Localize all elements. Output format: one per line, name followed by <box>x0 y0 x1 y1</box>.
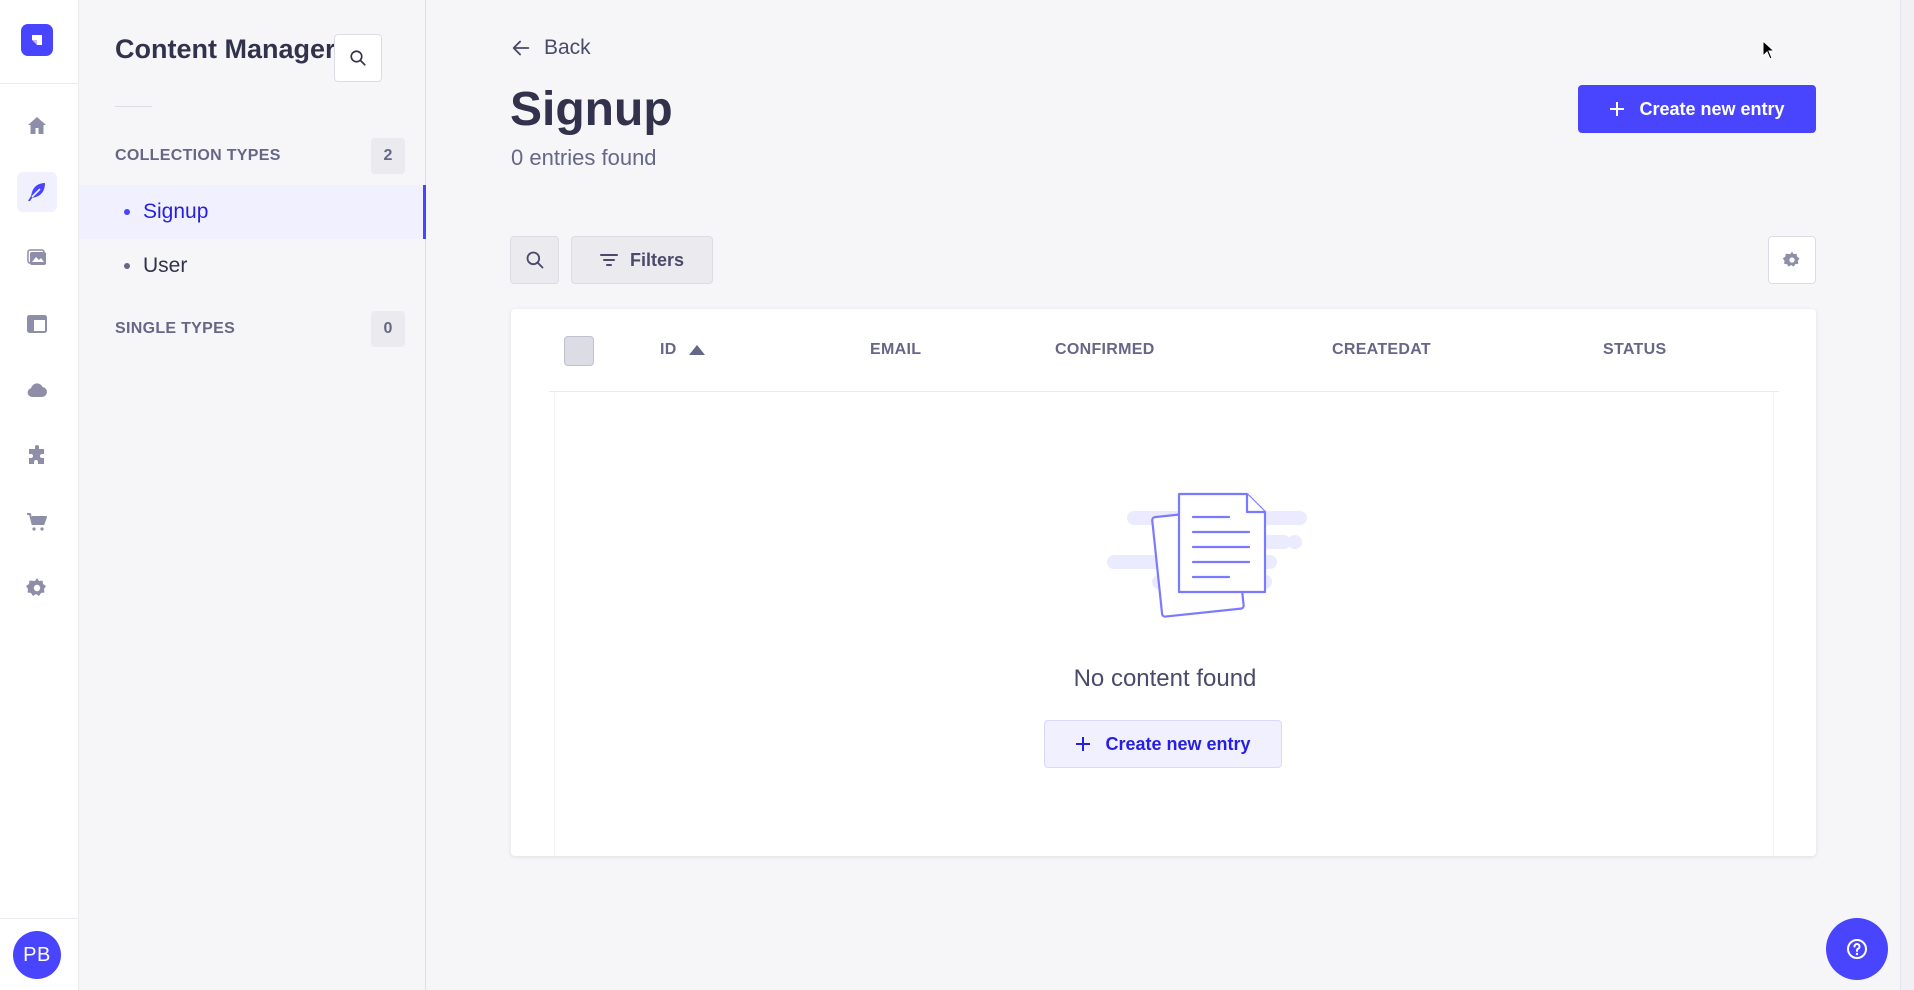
nav-deploy[interactable] <box>17 370 57 410</box>
filters-button[interactable]: Filters <box>571 236 713 284</box>
search-icon <box>350 50 366 66</box>
nav-plugins[interactable] <box>17 436 57 476</box>
sidebar-divider <box>115 106 152 107</box>
rail-divider-bottom <box>0 918 79 919</box>
column-header-id[interactable]: ID <box>660 341 705 359</box>
sidebar-item-label: User <box>143 254 188 277</box>
collection-types-label: COLLECTION TYPES <box>115 147 281 164</box>
rail-divider <box>0 83 79 84</box>
search-icon <box>526 251 543 269</box>
column-header-confirmed[interactable]: CONFIRMED <box>1055 341 1155 359</box>
select-all-checkbox[interactable] <box>564 336 594 366</box>
sidebar-item-label: Signup <box>143 200 209 223</box>
nav-marketplace[interactable] <box>17 502 57 542</box>
filter-icon <box>599 254 618 266</box>
nav-content-type-builder[interactable] <box>17 304 57 344</box>
puzzle-icon <box>29 445 44 464</box>
strapi-logo[interactable] <box>21 24 53 56</box>
sort-ascending-icon <box>688 345 705 355</box>
gear-icon <box>1782 251 1800 267</box>
single-types-label: SINGLE TYPES <box>115 320 236 337</box>
cart-icon <box>27 513 47 531</box>
column-header-label: STATUS <box>1603 341 1667 358</box>
collection-types-count: 2 <box>371 138 405 174</box>
feather-icon <box>28 183 45 201</box>
media-library-icon <box>27 249 46 265</box>
content-manager-sidebar: Content Manager COLLECTION TYPES 2 Signu… <box>79 0 426 990</box>
column-header-email[interactable]: EMAIL <box>870 341 921 359</box>
column-header-label: EMAIL <box>870 341 922 358</box>
nav-settings[interactable] <box>17 568 57 608</box>
empty-create-new-entry-button[interactable]: Create new entry <box>1044 720 1282 768</box>
collection-types-header[interactable]: COLLECTION TYPES 2 <box>115 138 405 174</box>
home-icon <box>28 117 46 134</box>
entries-count: 0 entries found <box>511 145 657 170</box>
table-header: ID EMAIL CONFIRMED CREATEDAT STATUS <box>549 309 1779 392</box>
sidebar-item-signup[interactable]: Signup <box>79 185 426 239</box>
bullet-icon <box>124 209 130 215</box>
gear-icon <box>26 578 46 596</box>
nav-home[interactable] <box>17 106 57 146</box>
logo-mark-icon <box>32 35 42 45</box>
table-settings-button[interactable] <box>1768 236 1816 284</box>
user-avatar[interactable]: PB <box>13 931 61 979</box>
sidebar-title: Content Manager <box>115 34 336 64</box>
table-search-button[interactable] <box>510 236 559 284</box>
column-header-label: CONFIRMED <box>1055 341 1155 358</box>
plus-icon <box>1076 737 1091 751</box>
arrow-left-icon <box>512 40 530 56</box>
sidebar-search-button[interactable] <box>334 34 382 82</box>
empty-state: No content found Create new entry <box>554 393 1774 856</box>
empty-documents-icon <box>1107 492 1307 618</box>
entries-table: ID EMAIL CONFIRMED CREATEDAT STATUS No c… <box>511 309 1816 856</box>
nav-content-manager[interactable] <box>17 172 57 212</box>
back-label: Back <box>544 36 591 59</box>
column-header-label: CREATEDAT <box>1332 341 1431 358</box>
empty-create-new-entry-label: Create new entry <box>1105 733 1251 754</box>
filters-label: Filters <box>629 249 685 270</box>
mouse-cursor-icon <box>1762 40 1776 60</box>
back-link[interactable]: Back <box>510 36 591 60</box>
single-types-header[interactable]: SINGLE TYPES 0 <box>115 311 405 347</box>
create-new-entry-button[interactable]: Create new entry <box>1578 85 1816 133</box>
empty-state-text: No content found <box>1073 665 1257 692</box>
main-nav-rail: PB <box>0 0 79 990</box>
nav-media-library[interactable] <box>17 238 57 278</box>
plus-icon <box>1610 102 1625 116</box>
column-header-label: ID <box>660 341 677 358</box>
cloud-icon <box>27 383 47 397</box>
sidebar-item-user[interactable]: User <box>79 239 426 293</box>
help-button[interactable] <box>1826 918 1888 980</box>
column-header-createdat[interactable]: CREATEDAT <box>1332 341 1431 359</box>
single-types-count: 0 <box>371 311 405 347</box>
page-scrollbar[interactable] <box>1900 0 1914 990</box>
layout-icon <box>27 315 47 333</box>
create-new-entry-label: Create new entry <box>1639 98 1785 119</box>
question-circle-icon <box>1847 939 1867 959</box>
column-header-status[interactable]: STATUS <box>1603 341 1666 359</box>
page-title: Signup <box>510 83 673 136</box>
bullet-icon <box>124 263 130 269</box>
